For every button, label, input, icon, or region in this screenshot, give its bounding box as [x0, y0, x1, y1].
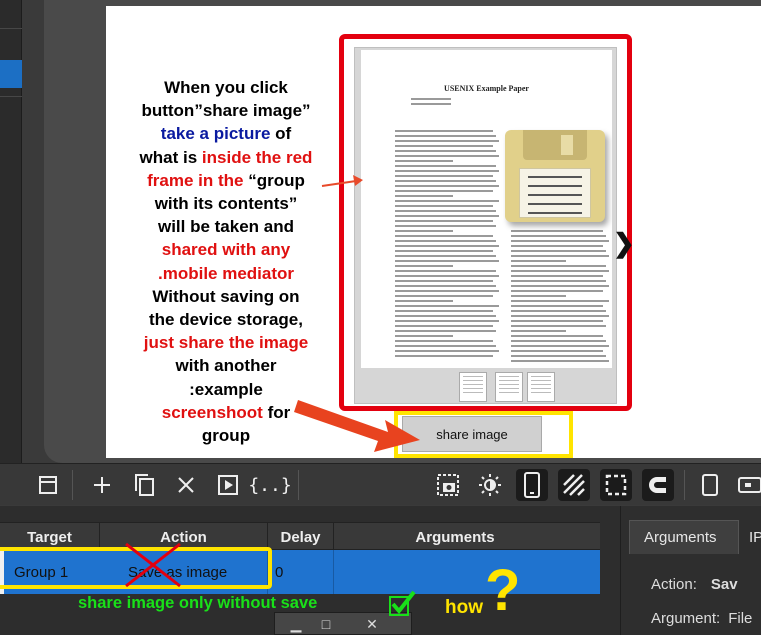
action-label: Action: [651, 576, 697, 593]
divider [0, 96, 22, 97]
annotation-line-text: group [201, 426, 251, 446]
cross-out-icon [125, 542, 181, 588]
minimize-button[interactable]: ▁ [281, 615, 311, 633]
landscape-icon[interactable] [734, 469, 761, 501]
braces-icon[interactable]: {..} [248, 469, 291, 501]
checkbox-check-icon [389, 590, 416, 616]
annotation-line: button”share image” [110, 99, 342, 122]
phone-icon[interactable] [516, 469, 548, 501]
maximize-button[interactable]: □ [311, 615, 341, 633]
annotation-line-tail: inside the red [201, 147, 313, 167]
brightness-icon[interactable] [474, 469, 506, 501]
annotation-line-tail: for [262, 402, 291, 422]
screenshot-icon[interactable] [432, 469, 464, 501]
magnet-icon[interactable] [642, 469, 674, 501]
red-frame-group[interactable]: USENIX Example Paper ❯ [339, 34, 635, 411]
plus-icon[interactable] [86, 469, 118, 501]
annotation-text: When you click button”share image” take a … [110, 76, 342, 447]
select-icon[interactable] [600, 469, 632, 501]
annotation-line-text: shared with any [161, 240, 291, 260]
annotation-line-text: When you click [164, 78, 288, 97]
argument-field: Argument: File [651, 610, 752, 627]
chevron-right-icon[interactable]: ❯ [613, 228, 635, 259]
green-annotation: share image only without save [78, 594, 318, 612]
floppy-disk-image [505, 130, 605, 222]
annotation-line: When you click [110, 76, 342, 99]
cell-arguments [334, 550, 576, 594]
annotation-line-text: button”share image” [141, 101, 311, 121]
annotation-line-text: with another [175, 356, 277, 376]
toolbar: {..} [0, 463, 761, 505]
annotation-line: just share the image [110, 331, 342, 354]
tab-arguments[interactable]: Arguments [629, 520, 739, 554]
annotation-line-tail: of [270, 124, 292, 144]
paper-preview: USENIX Example Paper [361, 50, 612, 368]
group-contents: USENIX Example Paper ❯ [354, 47, 635, 404]
hatch-icon[interactable] [558, 469, 590, 501]
annotation-line-text: take a picture [160, 124, 271, 144]
annotation-line: what is inside the red [110, 146, 342, 169]
tab-ip[interactable]: IP [749, 520, 761, 554]
annotation-line-text: frame in the [147, 170, 244, 190]
annotation-line: group [110, 424, 342, 447]
divider [0, 28, 22, 29]
annotation-line-text: will be taken and [157, 217, 295, 237]
annotation-line: will be taken and [110, 215, 342, 238]
thumbnail[interactable] [527, 372, 555, 402]
share-image-button[interactable]: share image [402, 416, 542, 452]
annotation-line-text: .mobile mediator [157, 263, 295, 283]
properties-panel: Arguments IP Action: Sav Argument: File [620, 506, 761, 635]
how-annotation: how [445, 597, 483, 618]
selected-list-item[interactable] [0, 60, 22, 88]
thumbnail[interactable] [495, 372, 523, 402]
portrait-icon[interactable] [694, 469, 726, 501]
annotation-line: :example [110, 378, 342, 401]
annotation-line: screenshoot for [110, 401, 342, 424]
annotation-line: shared with any [110, 238, 342, 261]
annotation-line: the device storage, [110, 308, 342, 331]
column-header-delay[interactable]: Delay [268, 523, 334, 551]
left-panel-strip [0, 0, 22, 465]
argument-value[interactable]: File [728, 610, 752, 627]
annotation-line-text: the device storage, [148, 310, 303, 330]
annotation-line: with its contents” [110, 192, 342, 215]
close-icon[interactable] [170, 469, 202, 501]
window-icon[interactable] [32, 469, 64, 501]
action-field: Action: Sav [651, 576, 738, 593]
thumbnail[interactable] [459, 372, 487, 402]
paper-left-column [395, 130, 501, 368]
annotation-line: Without saving on [110, 285, 342, 308]
annotation-line: frame in the “group [110, 169, 342, 192]
argument-label: Argument: [651, 610, 721, 627]
play-icon[interactable] [212, 469, 244, 501]
annotation-line-text: with its contents” [154, 194, 298, 214]
question-mark-icon: ? [485, 558, 521, 623]
page-thumbnails [355, 370, 618, 404]
annotation-line: take a picture of [110, 122, 342, 145]
paper-authors [401, 98, 501, 108]
annotation-line-text: just share the image [143, 333, 309, 353]
action-value[interactable]: Sav [711, 576, 738, 593]
annotation-line: .mobile mediator [110, 262, 342, 285]
annotation-line: with another [110, 354, 342, 377]
annotation-line-text: :example [189, 379, 263, 399]
paper-title: USENIX Example Paper [444, 84, 529, 93]
actions-grid-header: Target Action Delay Arguments [0, 522, 600, 551]
annotation-line-text: Without saving on [152, 286, 300, 306]
paper-right-column [511, 230, 611, 368]
close-window-button[interactable]: ✕ [357, 615, 387, 633]
column-header-arguments[interactable]: Arguments [334, 523, 576, 551]
annotation-line-text: what is [139, 147, 202, 167]
copy-icon[interactable] [128, 469, 160, 501]
annotation-line-tail: “group [243, 170, 305, 190]
cell-delay: 0 [268, 550, 334, 594]
annotation-line-text: screenshoot [161, 402, 263, 422]
